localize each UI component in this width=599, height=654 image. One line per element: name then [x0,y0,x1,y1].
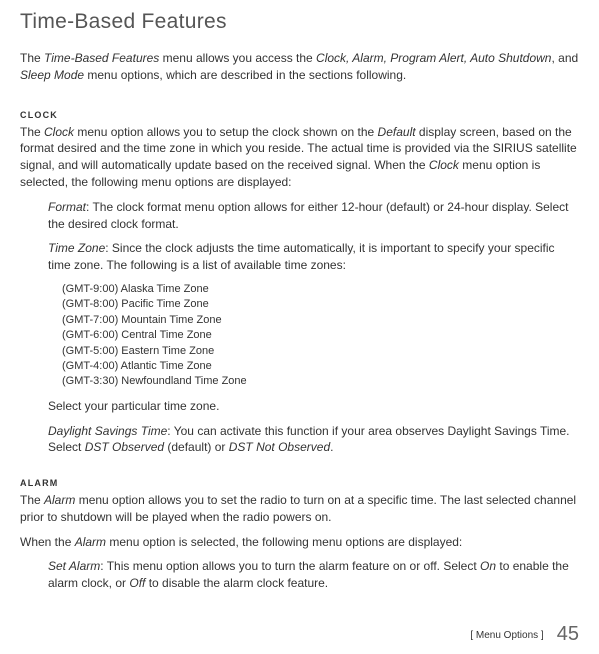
timezone-item: (GMT-5:00) Eastern Time Zone [62,344,579,359]
clock-description: The Clock menu option allows you to setu… [20,124,579,191]
timezone-item: (GMT-4:00) Atlantic Time Zone [62,359,579,374]
page-number: 45 [557,623,579,645]
set-alarm-option: Set Alarm: This menu option allows you t… [20,558,579,592]
timezone-item: (GMT-8:00) Pacific Time Zone [62,297,579,312]
alarm-options-intro: When the Alarm menu option is selected, … [20,534,579,551]
page-footer: [ Menu Options ] 45 [470,623,579,646]
timezone-list: (GMT-9:00) Alaska Time Zone (GMT-8:00) P… [20,282,579,390]
timezone-item: (GMT-3:30) Newfoundland Time Zone [62,374,579,389]
dst-option: Daylight Savings Time: You can activate … [20,423,579,457]
footer-section-name: [ Menu Options ] [470,630,543,641]
timezone-item: (GMT-9:00) Alaska Time Zone [62,282,579,297]
page-title: Time-Based Features [20,10,579,34]
timezone-item: (GMT-7:00) Mountain Time Zone [62,313,579,328]
clock-format-option: Format: The clock format menu option all… [20,199,579,233]
section-label-alarm: ALARM [20,478,579,488]
select-timezone-instruction: Select your particular time zone. [20,398,579,415]
timezone-item: (GMT-6:00) Central Time Zone [62,328,579,343]
section-label-clock: CLOCK [20,110,579,120]
intro-paragraph: The Time-Based Features menu allows you … [20,50,579,84]
alarm-description: The Alarm menu option allows you to set … [20,492,579,526]
clock-timezone-option: Time Zone: Since the clock adjusts the t… [20,240,579,274]
